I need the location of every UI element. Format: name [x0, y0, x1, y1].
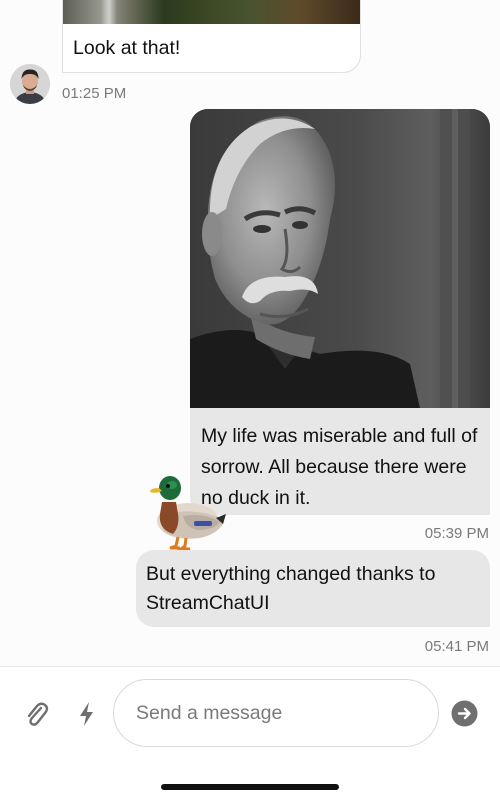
message-list[interactable]: Look at that! 01:25 PM My life was miser… — [0, 0, 500, 666]
outgoing-message-bubble[interactable]: But everything changed thanks to StreamC… — [136, 550, 490, 627]
home-indicator — [161, 784, 339, 790]
outgoing-message-image[interactable] — [190, 109, 490, 408]
outgoing-message-text: But everything changed thanks to StreamC… — [146, 563, 436, 614]
outgoing-message-bubble[interactable]: My life was miserable and full of sorrow… — [190, 109, 490, 515]
outgoing-message-text: My life was miserable and full of sorrow… — [201, 425, 478, 509]
outgoing-message-timestamp: 05:41 PM — [424, 638, 489, 655]
message-input[interactable] — [113, 679, 439, 747]
avatar-image — [10, 64, 50, 104]
incoming-message-text: Look at that! — [73, 37, 181, 59]
incoming-message-image[interactable] — [63, 0, 360, 24]
outgoing-message-timestamp: 05:39 PM — [424, 525, 489, 542]
duck-emoji-icon — [148, 474, 228, 554]
incoming-message-timestamp: 01:25 PM — [62, 85, 127, 102]
paperclip-icon[interactable] — [22, 700, 50, 728]
message-composer — [0, 666, 500, 800]
portrait-photo — [190, 109, 490, 408]
avatar[interactable] — [10, 64, 50, 104]
lightning-icon[interactable] — [76, 700, 98, 728]
send-arrow-icon[interactable] — [451, 700, 478, 727]
incoming-message-bubble[interactable]: Look at that! — [62, 0, 361, 73]
